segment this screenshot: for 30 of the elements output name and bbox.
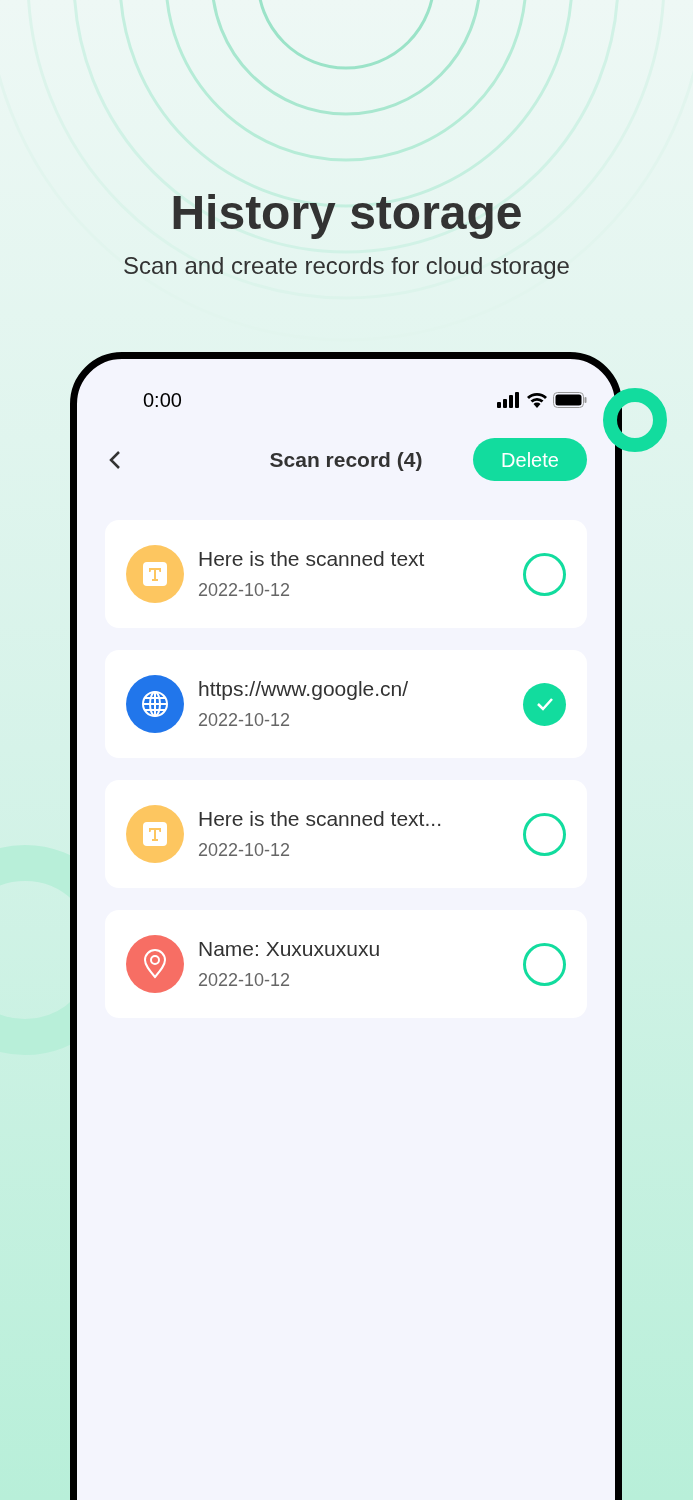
checkbox-checked[interactable]: [523, 682, 566, 726]
signal-icon: [497, 392, 521, 408]
text-icon: [126, 805, 184, 863]
wifi-icon: [526, 392, 548, 408]
checkbox[interactable]: [523, 942, 566, 986]
record-title: https://www.google.cn/: [198, 676, 410, 702]
globe-icon: [126, 675, 184, 733]
checkbox[interactable]: [523, 812, 566, 856]
record-title: Name: Xuxuxuxuxu: [198, 936, 382, 962]
back-icon: [109, 449, 121, 470]
record-card[interactable]: Here is the scanned text 2022-10-12: [105, 520, 587, 628]
headline: History storage: [170, 185, 523, 241]
record-card[interactable]: https://www.google.cn/ 2022-10-12: [105, 650, 587, 758]
location-pin-icon: [126, 935, 184, 993]
text-icon: [126, 545, 184, 603]
battery-icon: [553, 392, 587, 408]
screen-title: Scan record (4): [269, 446, 423, 473]
subtitle: Scan and create records for cloud storage: [123, 251, 570, 281]
status-time: 0:00: [143, 388, 182, 413]
record-date: 2022-10-12: [198, 579, 292, 602]
record-card[interactable]: Name: Xuxuxuxuxu 2022-10-12: [105, 910, 587, 1018]
ring-drawing: [603, 388, 667, 452]
record-date: 2022-10-12: [198, 709, 292, 732]
record-title: Here is the scanned text: [198, 546, 426, 572]
record-date: 2022-10-12: [198, 969, 292, 992]
check-icon: [535, 697, 554, 711]
record-card[interactable]: Here is the scanned text... 2022-10-12: [105, 780, 587, 888]
record-date: 2022-10-12: [198, 839, 292, 862]
record-title: Here is the scanned text...: [198, 806, 443, 832]
checkbox[interactable]: [523, 552, 566, 596]
